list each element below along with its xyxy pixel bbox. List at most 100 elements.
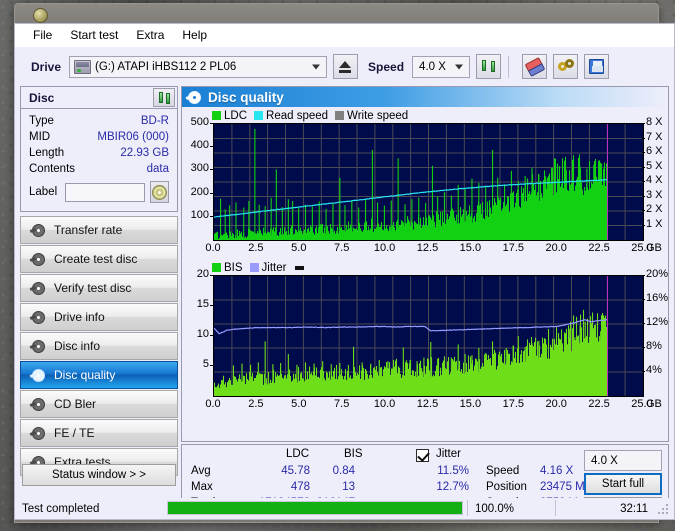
- y2-tick-label: 16%: [646, 292, 669, 304]
- legend-label: Write speed: [347, 109, 409, 122]
- x-tick-label: 15.0: [459, 242, 482, 254]
- y-tick-mark: [210, 275, 213, 276]
- drive-icon: [74, 59, 92, 74]
- stats-row-max-label: Max: [191, 481, 213, 493]
- stats-avg-jitter: 11.5%: [437, 465, 469, 477]
- x-tick-label: 20.0: [545, 242, 567, 254]
- x-tick-label: 0.0: [205, 242, 221, 254]
- disc-icon: [30, 310, 46, 324]
- resize-grip[interactable]: [658, 504, 670, 516]
- disc-quality-title-bar: Disc quality: [182, 87, 668, 107]
- test-speed-select[interactable]: 4.0 X: [584, 450, 662, 471]
- y2-tick-label: 1 X: [646, 217, 663, 230]
- disc-mid-label: MID: [29, 131, 51, 143]
- sidebar-item-verify-test-disc[interactable]: Verify test disc: [20, 274, 178, 302]
- stats-avg-bis: 0.84: [332, 465, 355, 477]
- y-tick-label: 300: [190, 162, 209, 175]
- refresh-button[interactable]: [476, 54, 502, 79]
- disc-icon: [30, 339, 46, 353]
- disc-label-input[interactable]: [65, 182, 146, 202]
- sidebar-item-label: CD Bler: [54, 397, 97, 411]
- x-tick-label: 7.5: [334, 242, 350, 254]
- legend-label: LDC: [224, 109, 248, 122]
- disc-row-mid: MID MBIR06 (000): [29, 129, 169, 145]
- legend-swatch: [335, 111, 345, 120]
- tools-button[interactable]: [553, 54, 579, 79]
- drive-select[interactable]: (G:) ATAPI iHBS112 2 PL06: [69, 55, 328, 78]
- y2-tick-label: 6 X: [646, 145, 663, 157]
- refresh-icon: [481, 59, 496, 74]
- y2-tick-mark: [642, 347, 645, 348]
- x-tick-label: 7.5: [334, 398, 350, 410]
- bottom-plot-area[interactable]: [213, 275, 644, 397]
- disc-detail-button[interactable]: [150, 181, 169, 203]
- disc-label-label: Label: [29, 186, 58, 198]
- y2-tick-mark: [642, 210, 645, 211]
- disc-icon: [30, 252, 46, 266]
- legend-ldc: LDC: [212, 110, 247, 122]
- disc-type-label: Type: [29, 115, 54, 127]
- menu-extra[interactable]: Extra: [127, 26, 173, 44]
- sidebar-item-transfer-rate[interactable]: Transfer rate: [20, 216, 178, 244]
- eject-button[interactable]: [333, 54, 359, 79]
- erase-button[interactable]: [522, 54, 548, 79]
- top-plot-area[interactable]: [213, 123, 644, 241]
- y2-tick-label: 5 X: [646, 159, 663, 172]
- speed-select[interactable]: 4.0 X: [412, 55, 471, 78]
- y-tick-label: 20: [196, 268, 209, 280]
- sidebar-item-create-test-disc[interactable]: Create test disc: [20, 245, 178, 273]
- save-button[interactable]: [584, 54, 610, 79]
- status-window-button[interactable]: Status window > >: [22, 464, 176, 486]
- x-tick-label: 10.0: [373, 398, 396, 410]
- refresh-icon: [158, 91, 171, 104]
- chevron-down-icon: [312, 64, 321, 69]
- sidebar-item-fe-te[interactable]: FE / TE: [20, 419, 178, 447]
- disc-icon: [30, 426, 46, 440]
- y2-tick-mark: [642, 323, 645, 324]
- y-tick-label: 400: [190, 139, 209, 152]
- legend-jitter: Jitter: [249, 262, 286, 274]
- y2-tick-mark: [642, 275, 645, 276]
- sidebar-item-cd-bler[interactable]: CD Bler: [20, 390, 178, 418]
- y2-tick-mark: [642, 123, 645, 124]
- sidebar-item-drive-info[interactable]: Drive info: [20, 303, 178, 331]
- progress-bar-fill: [168, 502, 462, 514]
- disc-contents-value: data: [146, 163, 169, 175]
- y2-tick-mark: [642, 181, 645, 182]
- disc-length-value: 22.93 GB: [120, 147, 169, 159]
- disc-row-type: Type BD-R: [29, 113, 169, 129]
- menubar: File Start test Extra Help: [15, 24, 674, 47]
- disc-refresh-button[interactable]: [153, 88, 175, 107]
- drive-label: Drive: [31, 59, 62, 74]
- jitter-checkbox[interactable]: [416, 449, 429, 462]
- eraser-icon: [524, 56, 545, 77]
- y2-tick-label: 2 X: [646, 203, 663, 215]
- menu-start-test[interactable]: Start test: [61, 26, 127, 44]
- disc-quality-panel: Disc quality LDC Read speed Write speed …: [181, 86, 669, 442]
- elapsed-time: 32:11: [620, 502, 648, 515]
- legend-write-speed: Write speed: [335, 110, 408, 122]
- x-tick-label: 17.5: [502, 242, 524, 254]
- application-window: File Start test Extra Help Drive (G:) AT…: [14, 23, 675, 520]
- sidebar-item-disc-quality[interactable]: Disc quality: [20, 361, 178, 389]
- menu-help[interactable]: Help: [173, 26, 216, 44]
- toolbar: Drive (G:) ATAPI iHBS112 2 PL06 Speed 4.…: [15, 47, 674, 86]
- y-tick-mark: [210, 123, 213, 124]
- menu-file[interactable]: File: [24, 26, 61, 44]
- left-panel: Disc Type BD-R MID MBIR06 (000) Length 2…: [20, 86, 178, 519]
- y-tick-label: 5: [202, 358, 209, 370]
- y2-tick-label: 4 X: [646, 174, 663, 186]
- y2-tick-mark: [642, 137, 645, 139]
- stats-max-jitter: 12.7%: [436, 481, 469, 493]
- sidebar-item-disc-info[interactable]: Disc info: [20, 332, 178, 360]
- disc-contents-label: Contents: [29, 163, 76, 175]
- legend-swatch: [249, 263, 259, 272]
- right-panel: Disc quality LDC Read speed Write speed …: [181, 86, 669, 519]
- stats-row-avg-label: Avg: [191, 465, 211, 477]
- top-chart-legend: LDC Read speed Write speed: [212, 108, 415, 123]
- y2-tick-mark: [642, 299, 645, 300]
- x-tick-label: 5.0: [291, 398, 307, 410]
- y-tick-label: 15: [196, 298, 209, 310]
- disc-icon: [33, 8, 48, 23]
- start-full-button[interactable]: Start full: [584, 473, 662, 495]
